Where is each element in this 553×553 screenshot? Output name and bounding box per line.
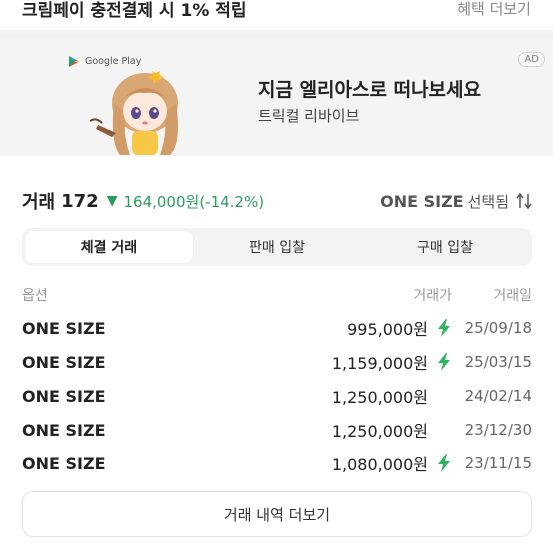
trade-summary: 거래 172 ▼ 164,000원(-14.2%) ONE SIZE 선택됨 bbox=[22, 188, 532, 214]
tab-sell-bids[interactable]: 판매 입찰 bbox=[193, 231, 361, 263]
row-option: ONE SIZE bbox=[22, 453, 106, 473]
down-triangle-icon: ▼ bbox=[106, 193, 118, 209]
trade-count: 172 bbox=[61, 190, 99, 212]
promo-banner[interactable]: 크림페이 충전결제 시 1% 적립 혜택 더보기 bbox=[0, 0, 553, 30]
header-option: 옵션 bbox=[22, 288, 48, 304]
trade-tabs: 체결 거래 판매 입찰 구매 입찰 bbox=[22, 228, 532, 266]
table-row: ONE SIZE 995,000원 25/09/18 bbox=[22, 316, 532, 340]
size-state: 선택됨 bbox=[467, 192, 509, 211]
row-price-cell: 1,080,000원 bbox=[242, 451, 452, 475]
character-illustration bbox=[90, 71, 178, 155]
header-price: 거래가 bbox=[242, 285, 452, 305]
table-row: ONE SIZE 1,250,000원 23/12/30 bbox=[22, 418, 532, 442]
row-price-cell: 1,159,000원 bbox=[242, 350, 452, 374]
lightning-bolt-icon bbox=[438, 353, 450, 371]
row-option: ONE SIZE bbox=[22, 318, 106, 338]
ad-badge: AD bbox=[518, 52, 545, 67]
row-option: ONE SIZE bbox=[22, 352, 106, 372]
table-row: ONE SIZE 1,250,000원 24/02/14 bbox=[22, 384, 532, 408]
table-row: ONE SIZE 1,080,000원 23/11/15 bbox=[22, 451, 532, 475]
google-play-icon bbox=[69, 56, 80, 67]
promo-more-link[interactable]: 혜택 더보기 bbox=[457, 0, 531, 19]
row-price: 1,080,000원 bbox=[331, 455, 428, 474]
row-option: ONE SIZE bbox=[22, 420, 106, 440]
row-date: 25/03/15 bbox=[464, 353, 532, 371]
ad-banner[interactable]: Google Play AD 지금 엘리아스로 떠나보세요 트릭컬 리바이브 bbox=[0, 39, 553, 156]
view-more-trades-button[interactable]: 거래 내역 더보기 bbox=[22, 491, 532, 537]
row-date: 24/02/14 bbox=[464, 387, 532, 405]
header-date: 거래일 bbox=[493, 288, 532, 304]
row-date: 23/12/30 bbox=[464, 421, 532, 439]
ad-title: 지금 엘리아스로 떠나보세요 bbox=[258, 79, 481, 101]
row-price: 995,000원 bbox=[347, 320, 428, 339]
tab-executed-trades[interactable]: 체결 거래 bbox=[25, 231, 193, 263]
size-selector[interactable]: ONE SIZE 선택됨 bbox=[380, 191, 532, 212]
table-row: ONE SIZE 1,159,000원 25/03/15 bbox=[22, 350, 532, 374]
table-header: 옵션 거래가 거래일 bbox=[22, 286, 532, 304]
size-value: ONE SIZE bbox=[380, 191, 464, 211]
lightning-bolt-icon bbox=[438, 454, 450, 472]
promo-text: 크림페이 충전결제 시 1% 적립 bbox=[22, 0, 247, 21]
tab-buy-bids[interactable]: 구매 입찰 bbox=[361, 231, 529, 263]
row-date: 23/11/15 bbox=[464, 454, 532, 472]
ad-subtitle: 트릭컬 리바이브 bbox=[258, 107, 360, 125]
sort-arrows-icon bbox=[516, 192, 532, 210]
row-price: 1,159,000원 bbox=[331, 354, 428, 373]
row-option: ONE SIZE bbox=[22, 386, 106, 406]
trade-label: 거래 bbox=[22, 192, 56, 213]
row-date: 25/09/18 bbox=[464, 319, 532, 337]
row-price-cell: 995,000원 bbox=[242, 316, 452, 340]
section-divider bbox=[0, 30, 553, 39]
header-price-label: 거래가 bbox=[413, 288, 452, 304]
row-price: 1,250,000원 bbox=[331, 422, 428, 441]
row-price-cell: 1,250,000원 bbox=[242, 384, 452, 408]
row-price-cell: 1,250,000원 bbox=[242, 418, 452, 442]
price-change: 164,000원(-14.2%) bbox=[123, 192, 265, 211]
lightning-bolt-icon bbox=[438, 319, 450, 337]
row-price: 1,250,000원 bbox=[331, 388, 428, 407]
